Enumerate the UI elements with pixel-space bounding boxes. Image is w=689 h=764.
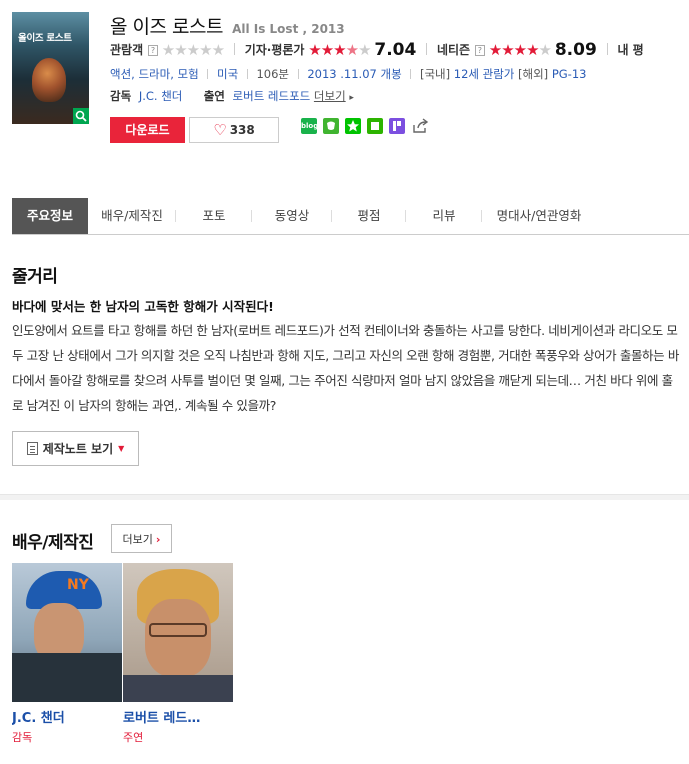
synopsis-title: 줄거리 xyxy=(12,267,58,287)
more-label: 더보기 xyxy=(122,532,153,546)
divider xyxy=(297,69,299,79)
synopsis-headline: 바다에 맞서는 한 남자의 고독한 항해가 시작된다! xyxy=(12,299,274,314)
tab-review[interactable]: 리뷰 xyxy=(406,198,482,234)
zoom-icon[interactable] xyxy=(73,108,89,124)
tab-quotes-related[interactable]: 명대사/연관영화 xyxy=(482,198,596,234)
staff-row: 감독 J.C. 챈더 출연 로버트 레드포드 더보기 ▸ xyxy=(110,88,354,104)
genre-link[interactable]: 액션, 드라마, 모험 xyxy=(110,67,199,81)
band-share-icon[interactable] xyxy=(323,118,339,134)
movie-subtitle: All Is Lost , 2013 xyxy=(232,22,345,36)
cast-card[interactable]: 로버트 레드… 주연 xyxy=(123,563,233,745)
help-icon[interactable]: ? xyxy=(474,45,485,56)
info-row: 액션, 드라마, 모험 미국 106분 2013 .11.07 개봉 [국내] … xyxy=(110,66,586,82)
critic-stars: ★★★★★ xyxy=(308,41,371,59)
netizen-score: 8.09 xyxy=(554,40,597,60)
divider xyxy=(246,69,248,79)
rating-kr-link[interactable]: 12세 관람가 xyxy=(454,67,515,81)
divider xyxy=(410,69,412,79)
rating-row: 관람객 ? ★★★★★ 기자·평론가 ★★★★★ 7.04 네티즌 ? ★★★★… xyxy=(110,40,644,60)
tab-label: 동영상 xyxy=(274,208,310,223)
cast-link[interactable]: 로버트 레드포드 xyxy=(233,89,311,103)
help-icon[interactable]: ? xyxy=(147,45,158,56)
poster-image xyxy=(32,58,66,102)
star-share-icon[interactable] xyxy=(345,118,361,134)
divider xyxy=(207,69,209,79)
netizen-label: 네티즌 xyxy=(436,43,471,57)
my-rating-label[interactable]: 내 평 xyxy=(617,43,643,57)
share-icon[interactable] xyxy=(411,118,429,134)
person-role: 감독 xyxy=(12,731,33,744)
cast-card[interactable]: NY J.C. 챈더 감독 xyxy=(12,563,122,745)
rating-kr-label: [국내] xyxy=(419,67,451,81)
tab-photo[interactable]: 포토 xyxy=(176,198,252,234)
divider xyxy=(606,43,608,55)
tab-bar: 주요정보 배우/제작진 포토 동영상 평점 리뷰 명대사/연관영화 xyxy=(12,198,689,235)
production-note-button[interactable]: 제작노트 보기 ▼ xyxy=(12,431,139,466)
movie-title: 올 이즈 로스트 xyxy=(110,16,223,38)
person-name[interactable]: 로버트 레드… xyxy=(123,707,233,726)
heart-icon: ♡ xyxy=(213,121,227,139)
rating-intl-link[interactable]: PG-13 xyxy=(552,67,587,81)
staff-more-link[interactable]: 더보기 xyxy=(314,89,346,103)
person-photo[interactable]: NY xyxy=(12,563,122,702)
release-date-link[interactable]: 2013 .11.07 개봉 xyxy=(307,67,401,81)
audience-label: 관람객 xyxy=(110,43,144,57)
tab-label: 리뷰 xyxy=(432,208,456,223)
tab-label: 배우/제작진 xyxy=(101,208,163,223)
tab-rating[interactable]: 평점 xyxy=(332,198,406,234)
country-link[interactable]: 미국 xyxy=(217,67,238,81)
poster-title: 올이즈 로스트 xyxy=(18,33,72,44)
synopsis-body: 인도양에서 요트를 타고 항해를 하던 한 남자(로버트 레드포드)가 선적 컨… xyxy=(12,323,679,413)
person-name[interactable]: J.C. 챈더 xyxy=(12,707,122,726)
title-row: 올 이즈 로스트 All Is Lost , 2013 xyxy=(110,12,345,39)
cast-section-title: 배우/제작진 xyxy=(12,533,94,553)
document-icon xyxy=(26,442,38,455)
like-button[interactable]: ♡ 338 xyxy=(189,117,279,143)
critic-label: 기자·평론가 xyxy=(244,43,305,57)
download-button[interactable]: 다운로드 xyxy=(110,117,185,143)
tab-label: 평점 xyxy=(357,208,381,223)
netizen-stars: ★★★★★ xyxy=(488,41,552,59)
caret-down-icon: ▼ xyxy=(118,444,125,453)
blog-share-icon[interactable]: blog xyxy=(301,118,318,134)
divider xyxy=(426,43,428,55)
section-divider xyxy=(0,494,689,500)
runtime: 106분 xyxy=(256,67,290,81)
cast-more-button[interactable]: 더보기 › xyxy=(111,524,172,553)
p-share-icon[interactable] xyxy=(389,118,405,134)
chevron-right-icon: › xyxy=(155,532,161,546)
critic-score: 7.04 xyxy=(374,40,417,60)
cast-label: 출연 xyxy=(203,89,225,103)
rating-intl-label: [해외] xyxy=(518,67,549,81)
tab-label: 포토 xyxy=(202,208,226,223)
movie-poster[interactable]: 올이즈 로스트 xyxy=(12,12,89,124)
audience-stars: ★★★★★ xyxy=(161,41,225,59)
tab-video[interactable]: 동영상 xyxy=(252,198,332,234)
tab-cast[interactable]: 배우/제작진 xyxy=(88,198,176,234)
like-count: 338 xyxy=(229,123,255,137)
tab-main-info[interactable]: 주요정보 xyxy=(12,198,88,234)
share-icons: blog xyxy=(301,117,429,135)
chevron-right-icon: ▸ xyxy=(349,93,354,103)
square-share-icon[interactable] xyxy=(367,118,383,134)
person-role: 주연 xyxy=(123,731,144,744)
director-label: 감독 xyxy=(110,89,132,103)
production-note-label: 제작노트 보기 xyxy=(42,442,114,456)
director-link[interactable]: J.C. 챈더 xyxy=(139,89,183,103)
person-photo[interactable] xyxy=(123,563,233,702)
divider xyxy=(233,43,235,55)
